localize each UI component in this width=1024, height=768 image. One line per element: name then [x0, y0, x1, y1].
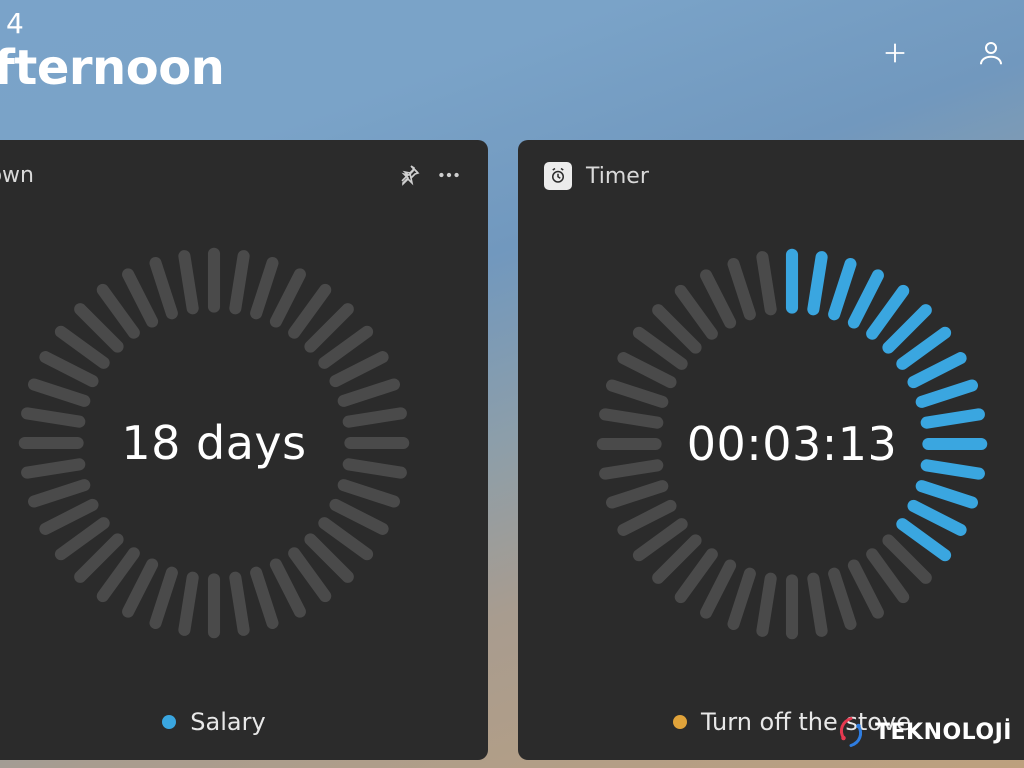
- timer-widget[interactable]: Timer 00:03:13 Turn off the stove: [518, 140, 1024, 760]
- timer-legend-dot: [673, 715, 687, 729]
- add-widget-button[interactable]: [876, 34, 914, 72]
- person-icon: [976, 38, 1006, 68]
- timer-dial: 00:03:13: [572, 224, 1012, 664]
- countdown-legend: Salary: [0, 708, 462, 742]
- plus-icon: [881, 39, 909, 67]
- widget-row: tdown 18 days Salary Timer: [0, 140, 1024, 760]
- header-bar: 4 fternoon: [0, 0, 1024, 96]
- watermark-text: TEKNOLOJİ: [875, 720, 1012, 745]
- countdown-legend-dot: [162, 715, 176, 729]
- header-date-digit: 4: [6, 10, 1004, 38]
- profile-button[interactable]: [972, 34, 1010, 72]
- countdown-value: 18 days: [0, 223, 434, 663]
- timer-dial-area: 00:03:13: [544, 180, 1024, 708]
- watermark-logo-icon: [833, 714, 869, 750]
- countdown-dial-area: 18 days: [0, 178, 462, 708]
- watermark: TEKNOLOJİ: [833, 714, 1012, 750]
- header-greeting: fternoon: [0, 40, 1004, 96]
- countdown-widget[interactable]: tdown 18 days Salary: [0, 140, 488, 760]
- countdown-dial: 18 days: [0, 223, 434, 663]
- timer-value: 00:03:13: [572, 224, 1012, 664]
- countdown-legend-label: Salary: [190, 708, 265, 736]
- header-actions: [876, 34, 1010, 72]
